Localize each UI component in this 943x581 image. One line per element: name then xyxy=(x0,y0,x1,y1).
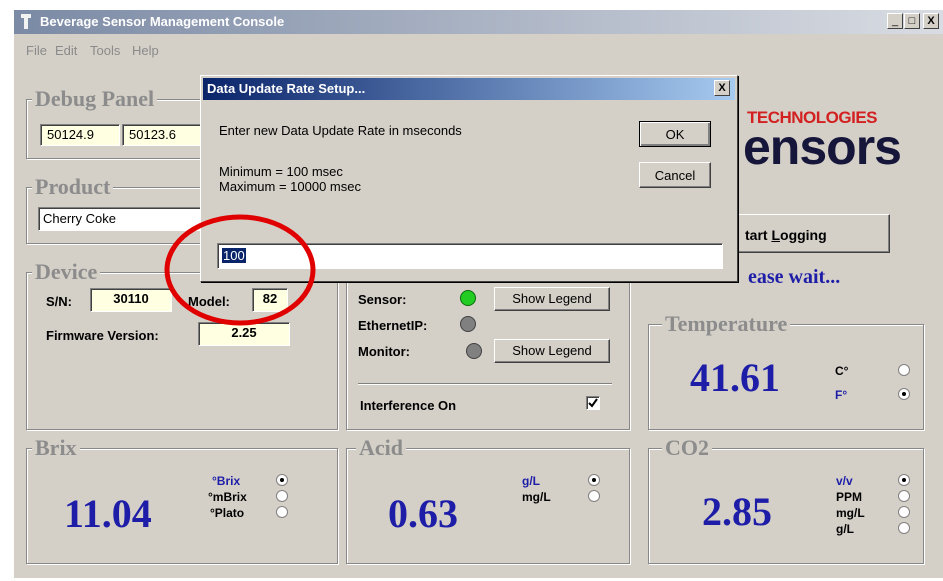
product-title: Product xyxy=(32,174,114,200)
unit-plato-radio[interactable] xyxy=(276,506,288,518)
co2-group xyxy=(648,448,924,564)
debug-value-2: 50123.6 xyxy=(122,124,202,146)
unit-vv-radio[interactable] xyxy=(898,474,910,486)
brix-value: 11.04 xyxy=(64,491,152,536)
sn-label: S/N: xyxy=(46,294,72,309)
menu-bar: File Edit Tools Help xyxy=(26,43,326,61)
acid-value: 0.63 xyxy=(388,491,458,536)
unit-gl-radio[interactable] xyxy=(588,474,600,486)
temperature-value: 41.61 xyxy=(690,355,780,400)
please-wait-text: ease wait... xyxy=(748,266,841,288)
unit-co2-gl-radio[interactable] xyxy=(898,522,910,534)
close-button[interactable]: X xyxy=(923,13,939,29)
brix-title: Brix xyxy=(32,435,80,461)
acid-title: Acid xyxy=(356,435,406,461)
dialog-title: Data Update Rate Setup... xyxy=(207,81,366,96)
unit-co2-gl-label: g/L xyxy=(836,522,854,536)
unit-fahrenheit-label: F° xyxy=(835,388,848,402)
minimize-button[interactable]: _ xyxy=(887,13,903,29)
app-icon xyxy=(21,14,31,29)
monitor-status-led xyxy=(466,343,482,359)
window-title: Beverage Sensor Management Console xyxy=(40,14,285,29)
company-logo: TECHNOLOGIES ensors xyxy=(743,108,902,175)
unit-fahrenheit-radio[interactable] xyxy=(898,388,910,400)
device-title: Device xyxy=(32,259,101,285)
unit-celsius-radio[interactable] xyxy=(898,364,910,376)
unit-mbrix-radio[interactable] xyxy=(276,490,288,502)
monitor-label: Monitor: xyxy=(358,344,410,359)
unit-brix-radio[interactable] xyxy=(276,474,288,486)
unit-co2-mgl-radio[interactable] xyxy=(898,506,910,518)
unit-mgl-label: mg/L xyxy=(522,490,551,504)
temperature-title: Temperature xyxy=(662,311,791,337)
ok-button[interactable]: OK xyxy=(639,121,711,147)
unit-ppm-label: PPM xyxy=(836,490,863,504)
unit-celsius-label: C° xyxy=(835,364,849,378)
co2-title: CO2 xyxy=(662,435,712,461)
sensor-label: Sensor: xyxy=(358,292,407,307)
monitor-show-legend-button[interactable]: Show Legend xyxy=(494,339,610,363)
unit-mgl-radio[interactable] xyxy=(588,490,600,502)
menu-tools[interactable]: Tools xyxy=(90,43,120,58)
dialog-maximum: Maximum = 10000 msec xyxy=(219,179,361,194)
maximize-button[interactable]: □ xyxy=(904,13,920,29)
menu-edit[interactable]: Edit xyxy=(55,43,77,58)
ethernet-label: EthernetIP: xyxy=(358,318,428,333)
unit-mbrix-label: °mBrix xyxy=(208,490,247,504)
dialog-title-bar: Data Update Rate Setup... X xyxy=(203,78,735,100)
co2-value: 2.85 xyxy=(702,489,772,534)
unit-plato-label: °Plato xyxy=(210,506,245,520)
annotation-circle xyxy=(164,214,316,326)
title-bar: Beverage Sensor Management Console _ □ X xyxy=(14,10,943,34)
dialog-minimum: Minimum = 100 msec xyxy=(219,164,343,179)
status-divider xyxy=(358,383,612,385)
dialog-prompt: Enter new Data Update Rate in mseconds xyxy=(219,123,462,138)
sensor-show-legend-button[interactable]: Show Legend xyxy=(494,287,610,311)
unit-ppm-radio[interactable] xyxy=(898,490,910,502)
check-icon xyxy=(588,398,598,408)
start-logging-button[interactable]: tart Logging xyxy=(734,214,890,253)
unit-gl-label: g/L xyxy=(522,474,540,488)
menu-help[interactable]: Help xyxy=(132,43,159,58)
firmware-label: Firmware Version: xyxy=(46,328,159,343)
debug-panel-title: Debug Panel xyxy=(32,86,158,112)
unit-vv-label: v/v xyxy=(836,474,853,488)
dialog-close-button[interactable]: X xyxy=(714,80,730,96)
ethernet-status-led xyxy=(460,316,476,332)
cancel-button[interactable]: Cancel xyxy=(639,162,711,188)
interference-checkbox[interactable] xyxy=(586,396,600,410)
debug-value-1: 50124.9 xyxy=(40,124,120,146)
sensor-status-led xyxy=(460,290,476,306)
menu-file[interactable]: File xyxy=(26,43,47,58)
interference-label: Interference On xyxy=(360,398,457,413)
unit-co2-mgl-label: mg/L xyxy=(836,506,865,520)
unit-brix-label: °Brix xyxy=(212,474,241,488)
